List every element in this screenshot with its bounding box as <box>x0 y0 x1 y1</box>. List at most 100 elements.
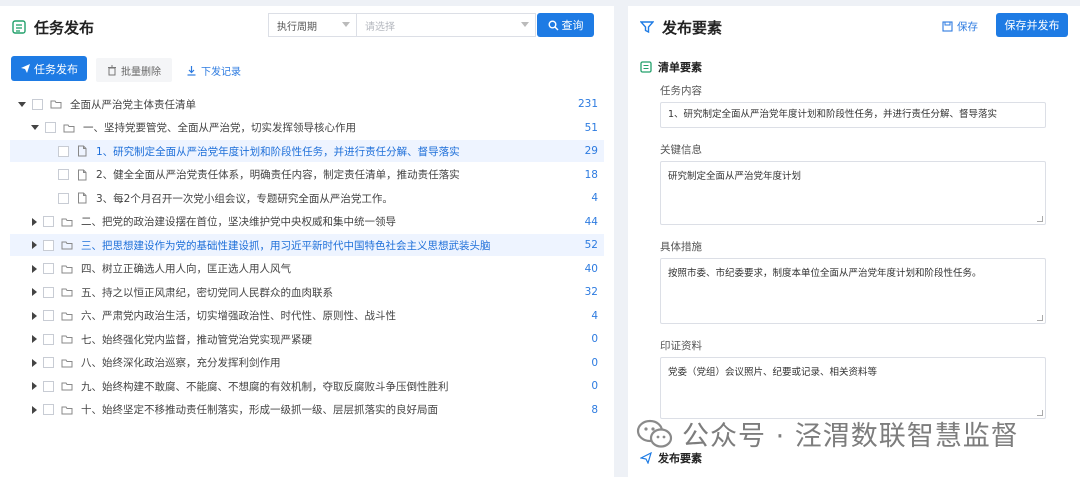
save-and-publish-button[interactable]: 保存并发布 <box>996 13 1068 37</box>
tree-row[interactable]: 十、始终坚定不移推动责任制落实，形成一级抓一级、层层抓落实的良好局面 8 <box>10 399 604 421</box>
tree-row-count: 18 <box>584 168 598 181</box>
folder-icon <box>61 406 73 414</box>
row-checkbox[interactable] <box>43 404 54 415</box>
period-filter-label-text: 执行周期 <box>277 21 317 33</box>
folder-icon <box>63 124 75 132</box>
row-checkbox[interactable] <box>58 145 69 157</box>
send-icon <box>21 64 30 73</box>
row-checkbox[interactable] <box>43 333 54 345</box>
caret-right-icon[interactable] <box>32 217 37 226</box>
tree-row[interactable]: 1、研究制定全面从严治党年度计划和阶段性任务，并进行责任分解、督导落实 29 <box>10 140 604 162</box>
tree-row[interactable]: 一、坚持党要管党、全面从严治党，切实发挥领导核心作用 51 <box>10 117 604 139</box>
resize-handle-icon[interactable] <box>1037 315 1043 321</box>
dispatch-log-button[interactable]: 下发记录 <box>186 58 241 82</box>
file-icon <box>78 169 87 180</box>
row-checkbox[interactable] <box>43 380 54 392</box>
caret-right-icon[interactable] <box>32 241 37 249</box>
folder-icon <box>61 382 73 391</box>
evidence-textarea[interactable]: 党委（党组）会议照片、纪要或记录、相关资料等 <box>660 357 1046 419</box>
save-and-publish-label: 保存并发布 <box>1004 19 1060 32</box>
caret-down-icon[interactable] <box>31 125 39 130</box>
tree-row-count: 51 <box>584 121 598 134</box>
tree-row-count: 0 <box>591 333 598 345</box>
dispatch-log-label: 下发记录 <box>201 66 241 78</box>
search-icon <box>548 20 558 30</box>
tree-row[interactable]: 八、始终深化政治巡察，充分发挥利剑作用 0 <box>10 352 604 374</box>
tree-row-label: 十、始终坚定不移推动责任制落实，形成一级抓一级、层层抓落实的良好局面 <box>81 404 438 416</box>
tree-row[interactable]: 三、把思想建设作为党的基础性建设抓，用习近平新时代中国特色社会主义思想武装头脑 5… <box>10 234 604 256</box>
task-content-label: 任务内容 <box>660 85 702 97</box>
tree-row-count: 32 <box>584 286 598 298</box>
row-checkbox[interactable] <box>43 310 54 321</box>
right-panel-header: 发布要素 <box>640 16 722 38</box>
page-title: 任务发布 <box>34 18 95 37</box>
caret-right-icon[interactable] <box>32 311 37 320</box>
key-info-value: 研究制定全面从严治党年度计划 <box>668 171 802 182</box>
tree-row[interactable]: 七、始终强化党内监督，推动管党治党实现严紧硬 0 <box>10 328 604 350</box>
period-select[interactable]: 请选择 <box>356 13 536 37</box>
tree-row[interactable]: 六、严肃党内政治生活，切实增强政治性、时代性、原则性、战斗性 4 <box>10 305 604 327</box>
batch-delete-button[interactable]: 批量删除 <box>96 58 172 82</box>
measures-textarea[interactable]: 按照市委、市纪委要求，制度本单位全面从严治党年度计划和阶段性任务。 <box>660 258 1046 324</box>
watermark: 公众号 · 泾渭数联智慧监督 <box>636 414 1019 453</box>
key-info-textarea[interactable]: 研究制定全面从严治党年度计划 <box>660 161 1046 225</box>
tree-row[interactable]: 二、把党的政治建设摆在首位，坚决维护党中央权威和集中统一领导 44 <box>10 211 604 233</box>
folder-icon <box>61 218 73 226</box>
tree-row-count: 52 <box>584 239 598 251</box>
folder-icon <box>61 241 73 250</box>
file-icon <box>78 145 87 157</box>
folder-icon <box>61 288 73 297</box>
caret-right-icon[interactable] <box>32 405 37 414</box>
tree-row[interactable]: 全面从严治党主体责任清单 231 <box>10 93 604 115</box>
folder-icon <box>61 265 73 273</box>
row-checkbox[interactable] <box>58 169 69 180</box>
tree-row-label: 1、研究制定全面从严治党年度计划和阶段性任务，并进行责任分解、督导落实 <box>96 145 460 158</box>
save-button[interactable]: 保存 <box>942 18 978 34</box>
row-checkbox[interactable] <box>43 239 54 251</box>
caret-right-icon[interactable] <box>32 382 37 390</box>
period-select-placeholder: 请选择 <box>365 21 395 33</box>
list-icon <box>12 20 26 34</box>
caret-right-icon[interactable] <box>32 358 37 367</box>
tree-row-count: 4 <box>591 192 598 204</box>
caret-right-icon[interactable] <box>32 288 37 296</box>
tree-row[interactable]: 3、每2个月召开一次党小组会议，专题研究全面从严治党工作。 4 <box>10 187 604 209</box>
tree-row-count: 8 <box>591 403 598 416</box>
resize-handle-icon[interactable] <box>1037 216 1043 222</box>
row-checkbox[interactable] <box>45 122 56 133</box>
folder-icon <box>50 100 62 109</box>
caret-right-icon[interactable] <box>32 264 37 273</box>
search-button-label: 查询 <box>561 19 584 32</box>
publish-task-button[interactable]: 任务发布 <box>11 56 87 81</box>
resize-handle-icon[interactable] <box>1037 410 1043 416</box>
tree-row[interactable]: 四、树立正确选人用人向，匡正选人用人风气 40 <box>10 258 604 280</box>
tree-row[interactable]: 2、健全全面从严治党责任体系，明确责任内容，制定责任清单，推动责任落实 18 <box>10 164 604 186</box>
trash-icon <box>108 65 116 75</box>
funnel-icon <box>640 21 654 34</box>
save-icon <box>942 20 953 32</box>
tree-row[interactable]: 五、持之以恒正风肃纪，密切党同人民群众的血肉联系 32 <box>10 281 604 303</box>
caret-right-icon[interactable] <box>32 335 37 343</box>
tree-row-label: 2、健全全面从严治党责任体系，明确责任内容，制定责任清单，推动责任落实 <box>96 169 460 181</box>
task-content-input[interactable]: 1、研究制定全面从严治党年度计划和阶段性任务，并进行责任分解、督导落实 <box>660 102 1046 128</box>
publish-task-label: 任务发布 <box>34 62 78 76</box>
row-checkbox[interactable] <box>43 216 54 227</box>
list-elements-section: 清单要素 <box>640 59 702 75</box>
folder-icon <box>61 359 73 367</box>
tree-row-count: 231 <box>577 98 598 110</box>
row-checkbox[interactable] <box>32 98 43 110</box>
row-checkbox[interactable] <box>43 263 54 274</box>
row-checkbox[interactable] <box>58 192 69 204</box>
tree-row-count: 29 <box>584 145 598 157</box>
document-icon <box>640 61 652 73</box>
row-checkbox[interactable] <box>43 357 54 368</box>
search-button[interactable]: 查询 <box>537 13 594 37</box>
row-checkbox[interactable] <box>43 286 54 298</box>
left-panel-header: 任务发布 <box>12 16 94 38</box>
tree-row[interactable]: 九、始终构建不敢腐、不能腐、不想腐的有效机制，夺取反腐败斗争压倒性胜利 0 <box>10 375 604 397</box>
caret-down-icon[interactable] <box>18 101 26 107</box>
tree-row-label: 一、坚持党要管党、全面从严治党，切实发挥领导核心作用 <box>83 122 356 134</box>
evidence-value: 党委（党组）会议照片、纪要或记录、相关资料等 <box>668 367 878 378</box>
list-elements-title: 清单要素 <box>658 61 702 74</box>
save-label: 保存 <box>957 20 978 33</box>
